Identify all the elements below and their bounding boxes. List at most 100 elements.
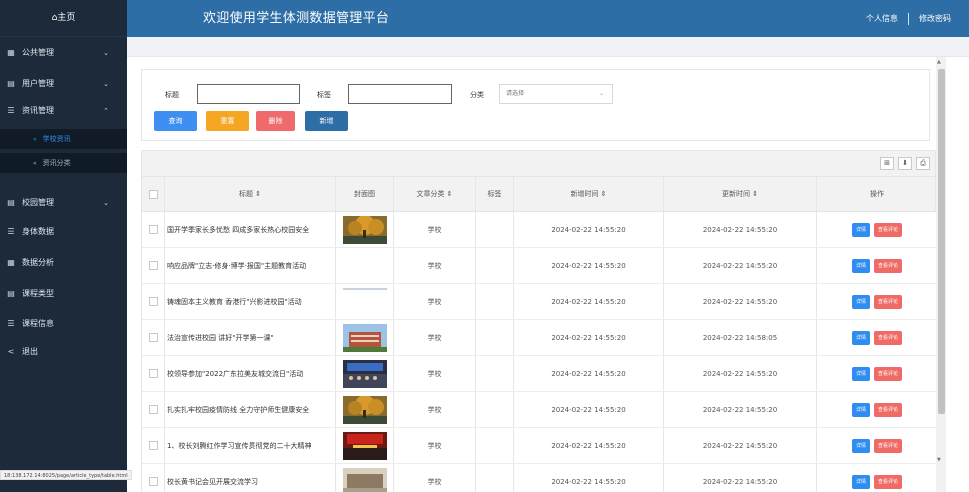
row-tag: [476, 320, 514, 355]
row-checkbox[interactable]: [148, 297, 158, 306]
view-comments-button[interactable]: 查看评论: [874, 222, 903, 237]
sidebar-item-course-type[interactable]: ▤ 课程类型: [0, 284, 127, 304]
detail-button[interactable]: 详情: [851, 330, 870, 345]
row-created-time: 2024-02-22 14:55:20: [514, 320, 664, 355]
sidebar-item-campus-management[interactable]: ▤ 校园管理 ⌄: [0, 193, 127, 213]
table-row[interactable]: 铸魂固本主义教育 香港行"兴影进校园"活动 学校 2024-02-22 14:55:…: [141, 284, 936, 320]
row-title: 校长黄书记会见开展交流学习: [165, 464, 336, 492]
sidebar-item-course-info[interactable]: ☰ 课程信息: [0, 314, 127, 334]
row-actions: 详情 查看评论: [817, 284, 936, 319]
table-row[interactable]: 法治宣传进校园 讲好"开学第一课" 学校 2024-02-22 14:55:20 20…: [141, 320, 936, 356]
sidebar-item-body-data[interactable]: ☰ 身体数据: [0, 222, 127, 242]
row-category: 学校: [394, 356, 476, 391]
print-icon[interactable]: ⎙: [916, 157, 930, 170]
query-button[interactable]: 查询: [154, 111, 197, 131]
column-header-created[interactable]: 新增时间 ⇕: [514, 177, 664, 211]
reset-button[interactable]: 重置: [206, 111, 249, 131]
view-comments-button[interactable]: 查看评论: [874, 258, 903, 273]
sidebar-item-data-analysis[interactable]: ▦ 数据分析: [0, 253, 127, 273]
row-updated-time: 2024-02-22 14:55:20: [664, 248, 817, 283]
row-checkbox[interactable]: [148, 225, 158, 234]
sidebar-subitem-label: 学校资讯: [42, 135, 71, 143]
column-header-title[interactable]: 标题 ⇕: [165, 177, 336, 211]
sidebar: ⌂主页 ▦ 公共管理 ⌄ ▤ 用户管理 ⌄ ☰ 资讯管理 ⌃ «学校资讯 «资讯分类 …: [0, 0, 127, 492]
personal-info-link[interactable]: 个人信息: [866, 14, 898, 23]
chevron-down-icon: ⌄: [103, 49, 109, 57]
table-row[interactable]: 校领导参加"2022广东拉美友城交流日"活动 学校 2024-02-22 14:55…: [141, 356, 936, 392]
detail-button[interactable]: 详情: [851, 438, 870, 453]
view-comments-button[interactable]: 查看评论: [874, 294, 903, 309]
scrollbar-thumb[interactable]: [938, 69, 945, 414]
row-created-time: 2024-02-22 14:55:20: [514, 428, 664, 463]
view-comments-button[interactable]: 查看评论: [874, 402, 903, 417]
sidebar-item-logout[interactable]: < 退出: [0, 342, 127, 362]
row-actions: 详情 查看评论: [817, 320, 936, 355]
row-tag: [476, 356, 514, 391]
chevron-down-icon: ⌄: [103, 80, 109, 88]
column-header-category[interactable]: 文章分类 ⇕: [394, 177, 476, 211]
scroll-down-icon[interactable]: ▼: [937, 457, 941, 463]
detail-button[interactable]: 详情: [851, 294, 870, 309]
row-title: 铸魂固本主义教育 香港行"兴影进校园"活动: [165, 284, 336, 319]
tag-filter-input[interactable]: [348, 84, 452, 104]
menu-icon: ☰: [7, 106, 15, 115]
delete-button[interactable]: 删除: [256, 111, 295, 131]
sidebar-item-user-management[interactable]: ▤ 用户管理 ⌄: [0, 74, 127, 94]
view-comments-button[interactable]: 查看评论: [874, 366, 903, 381]
view-comments-button[interactable]: 查看评论: [874, 438, 903, 453]
detail-button[interactable]: 详情: [851, 258, 870, 273]
double-chevron-left-icon: «: [33, 160, 37, 167]
row-checkbox[interactable]: [148, 333, 158, 342]
add-button[interactable]: 新增: [305, 111, 348, 131]
view-comments-button[interactable]: 查看评论: [874, 330, 903, 345]
row-created-time: 2024-02-22 14:55:20: [514, 284, 664, 319]
table-row[interactable]: 国开学季家长多忧愁 四成多家长热心校园安全 学校 2024-02-22 14:55:…: [141, 212, 936, 248]
row-checkbox[interactable]: [148, 441, 158, 450]
row-title: 法治宣传进校园 讲好"开学第一课": [165, 320, 336, 355]
sidebar-subitem-news-category[interactable]: « 资讯分类: [0, 153, 127, 173]
row-checkbox[interactable]: [148, 369, 158, 378]
row-checkbox[interactable]: [148, 477, 158, 486]
row-checkbox[interactable]: [148, 261, 158, 270]
row-updated-time: 2024-02-22 14:55:20: [664, 356, 817, 391]
tag-filter-label: 标签: [317, 91, 331, 99]
table-row[interactable]: 响应品牌"立志·修身·博学·报国"主题教育活动 学校 2024-02-22 14:5…: [141, 248, 936, 284]
chevron-down-icon: ⌄: [103, 199, 109, 207]
row-actions: 详情 查看评论: [817, 428, 936, 463]
sidebar-item-label: 课程类型: [22, 289, 54, 298]
select-all-checkbox[interactable]: [148, 189, 158, 199]
row-select-cell: [142, 284, 165, 319]
row-actions: 详情 查看评论: [817, 356, 936, 391]
detail-button[interactable]: 详情: [851, 474, 870, 489]
table-row[interactable]: 校长黄书记会见开展交流学习 学校 2024-02-22 14:55:20 2024-0…: [141, 464, 936, 492]
scroll-up-icon[interactable]: ▲: [937, 59, 941, 65]
row-title: 响应品牌"立志·修身·博学·报国"主题教育活动: [165, 248, 336, 283]
table-row[interactable]: 扎实扎牢校园疫情防线 全力守护师生健康安全 学校 2024-02-22 14:55:…: [141, 392, 936, 428]
vertical-scrollbar[interactable]: ▲ ▼: [936, 57, 946, 492]
header-divider: [908, 12, 909, 25]
row-actions: 详情 查看评论: [817, 248, 936, 283]
detail-button[interactable]: 详情: [851, 222, 870, 237]
sidebar-item-public-management[interactable]: ▦ 公共管理 ⌄: [0, 43, 127, 63]
category-select[interactable]: 请选择 ⌄: [499, 84, 613, 104]
view-comments-button[interactable]: 查看评论: [874, 474, 903, 489]
header-actions: 个人信息 修改密码: [866, 0, 951, 37]
title-filter-input[interactable]: [197, 84, 300, 104]
row-cover-image: [336, 284, 394, 319]
row-select-cell: [142, 356, 165, 391]
change-password-link[interactable]: 修改密码: [919, 14, 951, 23]
sidebar-subitem-school-news[interactable]: « 学校资讯: [0, 129, 127, 149]
export-icon[interactable]: ⬇: [898, 157, 912, 170]
detail-button[interactable]: 详情: [851, 402, 870, 417]
row-actions: 详情 查看评论: [817, 392, 936, 427]
row-checkbox[interactable]: [148, 405, 158, 414]
sidebar-item-news-management[interactable]: ☰ 资讯管理 ⌃: [0, 101, 127, 121]
logout-icon: <: [7, 347, 15, 356]
column-header-updated[interactable]: 更新时间 ⇕: [664, 177, 817, 211]
row-category: 学校: [394, 464, 476, 492]
columns-filter-icon[interactable]: ⊞: [880, 157, 894, 170]
detail-button[interactable]: 详情: [851, 366, 870, 381]
sidebar-home-link[interactable]: ⌂主页: [0, 0, 127, 37]
table-row[interactable]: 1、校长刘腾红作学习宣传贯彻党的二十大精神 学校 2024-02-22 14:55:…: [141, 428, 936, 464]
row-updated-time: 2024-02-22 14:55:20: [664, 284, 817, 319]
